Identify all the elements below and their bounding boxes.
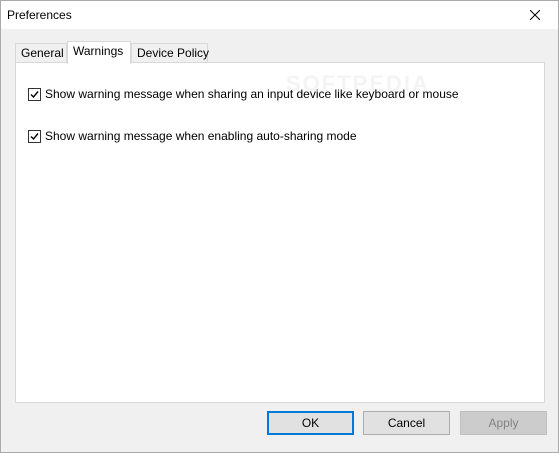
sharing-input-warning-checkbox[interactable] — [28, 87, 41, 101]
tab-strip: General Warnings Device Policy — [15, 41, 545, 64]
auto-sharing-warning-checkbox[interactable] — [28, 129, 41, 143]
apply-button[interactable]: Apply — [460, 411, 547, 435]
warnings-panel: SOFTPEDIA Show warning message when shar… — [15, 62, 545, 403]
tab-general[interactable]: General — [15, 43, 67, 62]
ok-button[interactable]: OK — [267, 411, 354, 435]
tab-device-policy[interactable]: Device Policy — [131, 43, 209, 62]
close-button[interactable] — [512, 1, 558, 29]
auto-sharing-warning-option[interactable]: Show warning message when enabling auto-… — [28, 129, 357, 143]
window-title: Preferences — [7, 8, 72, 22]
checkmark-icon — [30, 132, 39, 140]
sharing-input-warning-label: Show warning message when sharing an inp… — [45, 87, 459, 101]
checkmark-icon — [30, 90, 39, 98]
sharing-input-warning-option[interactable]: Show warning message when sharing an inp… — [28, 87, 459, 101]
preferences-window: Preferences General Warnings Device Poli… — [0, 0, 559, 453]
close-icon — [530, 10, 540, 20]
title-bar[interactable]: Preferences — [1, 1, 558, 29]
tab-warnings[interactable]: Warnings — [67, 41, 131, 64]
cancel-button[interactable]: Cancel — [363, 411, 450, 435]
auto-sharing-warning-label: Show warning message when enabling auto-… — [45, 129, 357, 143]
